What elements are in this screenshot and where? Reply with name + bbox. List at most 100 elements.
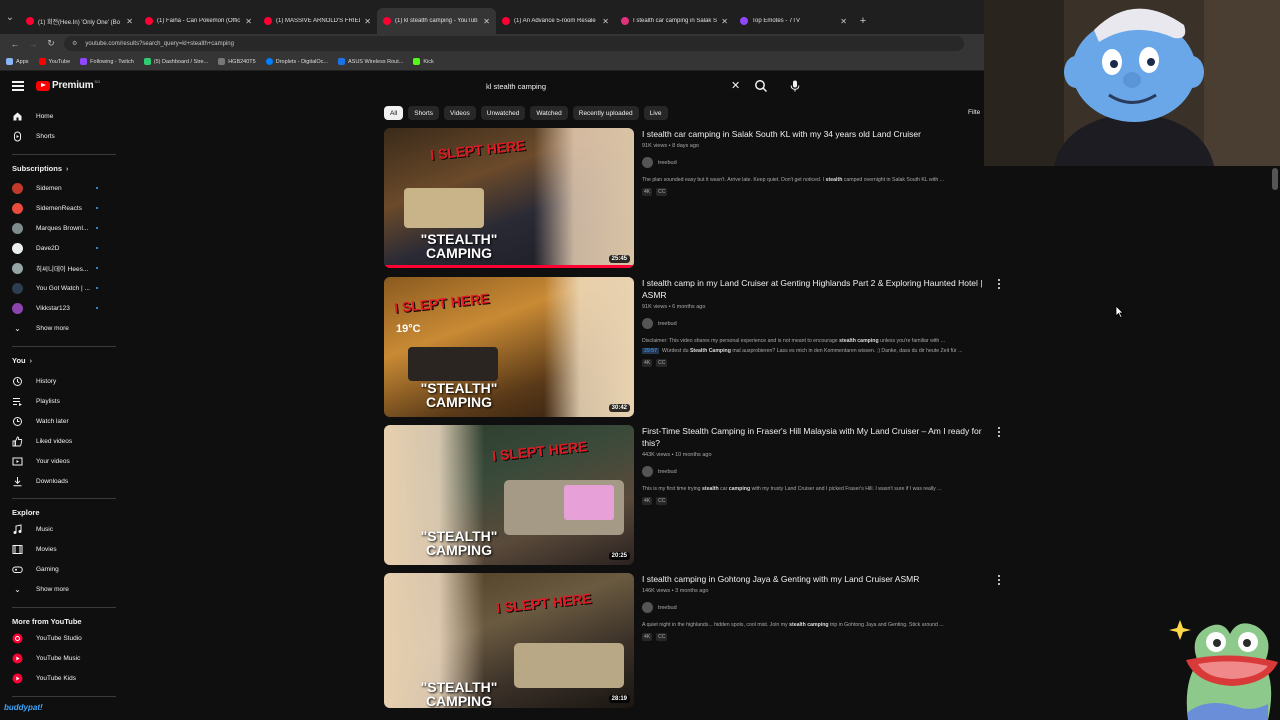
youtube-premium-logo[interactable]: Premium SG (36, 79, 100, 91)
more-actions-icon[interactable] (996, 575, 1002, 585)
hamburger-menu-icon[interactable] (12, 81, 24, 91)
you-heading[interactable]: You › (12, 356, 32, 365)
sidebar-item-youtube-music[interactable]: YouTube Music (0, 648, 116, 668)
video-result[interactable]: I SLEPT HERE "STEALTH" CAMPING 20:25 Fir… (384, 425, 1004, 565)
sidebar-item-label: Vikkstar123 (36, 304, 70, 312)
close-tab-icon[interactable]: ✕ (483, 17, 490, 26)
sidebar-explore-show-more[interactable]: ⌄ Show more (0, 579, 116, 599)
channel-name[interactable]: treebud (658, 605, 677, 611)
sidebar-item-your-videos[interactable]: Your videos (0, 451, 116, 471)
browser-tab[interactable]: Top Emotes - 7TV ✕ (734, 8, 853, 34)
sidebar-item-home[interactable]: Home (0, 106, 116, 126)
sidebar-item-gaming[interactable]: Gaming (0, 559, 116, 579)
forward-arrow-icon[interactable]: → (24, 39, 42, 49)
search-icon[interactable] (753, 79, 769, 93)
explore-heading: Explore (12, 508, 40, 517)
channel-name[interactable]: treebud (658, 469, 677, 475)
webcam-avatar-image (984, 0, 1280, 166)
chapter-timestamp[interactable]: 29:57 (642, 348, 659, 354)
browser-tab[interactable]: I stealth car camping in Salak S ✕ (615, 8, 734, 34)
close-tab-icon[interactable]: ✕ (840, 17, 847, 26)
sidebar-item-music[interactable]: Music (0, 519, 116, 539)
sidebar-item-youtube-studio[interactable]: YouTube Studio (0, 628, 116, 648)
bookmark-twitch[interactable]: Following - Twitch (80, 58, 134, 65)
browser-tab[interactable]: (1) 회전(Hee.In) 'Only One' (Bo ✕ (20, 8, 139, 34)
close-tab-icon[interactable]: ✕ (721, 17, 728, 26)
video-result[interactable]: I SLEPT HERE 19°C "STEALTH" CAMPING 30:4… (384, 277, 1004, 417)
site-info-icon[interactable]: ⚙ (72, 40, 77, 47)
bookmark-kick[interactable]: Kick (413, 58, 434, 65)
sidebar-item-movies[interactable]: Movies (0, 539, 116, 559)
sidebar-divider (12, 346, 116, 347)
page-scrollbar-thumb[interactable] (1272, 168, 1278, 190)
browser-tab[interactable]: (1) MASSIVE ARNOLD'S FRIED ✕ (258, 8, 377, 34)
close-tab-icon[interactable]: ✕ (245, 17, 252, 26)
browser-tab[interactable]: (1) Faiha - Cari Pokemon (Offic ✕ (139, 8, 258, 34)
chip-watched[interactable]: Watched (530, 106, 568, 120)
tab-search-chevron-icon[interactable]: ⌄ (0, 0, 20, 34)
sidebar-subscription[interactable]: Vikkstar123 (0, 298, 116, 318)
more-actions-icon[interactable] (996, 427, 1002, 437)
bookmark-youtube[interactable]: YouTube (38, 58, 70, 65)
sidebar-item-watch-later[interactable]: Watch later (0, 411, 116, 431)
bookmark-asus[interactable]: ASUS Wireless Rout... (337, 58, 403, 65)
video-result[interactable]: I SLEPT HERE "STEALTH" CAMPING 25:45 I s… (384, 128, 1004, 268)
bookmark-digitalocean[interactable]: Droplets - DigitalOc... (265, 58, 328, 65)
channel-row[interactable]: treebud (642, 318, 994, 329)
chip-live[interactable]: Live (643, 106, 668, 120)
back-arrow-icon[interactable]: ← (6, 39, 24, 49)
browser-tab[interactable]: (1) An Advance 5-room Resale ✕ (496, 8, 615, 34)
video-thumbnail[interactable]: I SLEPT HERE "STEALTH" CAMPING 25:45 (384, 128, 634, 268)
sidebar-item-shorts[interactable]: Shorts (0, 126, 116, 146)
channel-row[interactable]: treebud (642, 466, 994, 477)
video-thumbnail[interactable]: I SLEPT HERE 19°C "STEALTH" CAMPING 30:4… (384, 277, 634, 417)
reload-icon[interactable]: ↻ (42, 38, 60, 49)
sidebar-item-liked[interactable]: Liked videos (0, 431, 116, 451)
subscriptions-heading[interactable]: Subscriptions › (12, 164, 68, 173)
chip-unwatched[interactable]: Unwatched (480, 106, 526, 120)
sidebar-subscription[interactable]: You Got Watch | ... (0, 278, 116, 298)
sidebar-item-youtube-kids[interactable]: YouTube Kids (0, 668, 116, 688)
sidebar-item-label: Watch later (36, 417, 69, 425)
channel-name[interactable]: treebud (658, 160, 677, 166)
sidebar-item-downloads[interactable]: Downloads (0, 471, 116, 491)
search-input[interactable]: kl stealth camping (476, 77, 748, 96)
voice-search-mic-icon[interactable] (786, 77, 804, 95)
close-tab-icon[interactable]: ✕ (126, 17, 133, 26)
chip-shorts[interactable]: Shorts (408, 106, 440, 120)
video-info: I stealth camping in Gohtong Jaya & Gent… (642, 573, 994, 641)
video-thumbnail[interactable]: I SLEPT HERE "STEALTH" CAMPING 20:25 (384, 425, 634, 565)
sidebar-subscription[interactable]: 히씨니데이 Hees... (0, 258, 116, 278)
sidebar-item-history[interactable]: History (0, 371, 116, 391)
sidebar-subscription[interactable]: Marques Brownl... (0, 218, 116, 238)
video-title[interactable]: I stealth camping in Gohtong Jaya & Gent… (642, 573, 994, 585)
chapter-snippet[interactable]: 29:57 Würdest du Stealth Camping mal ausp… (642, 348, 988, 354)
browser-tab-active[interactable]: (1) kl stealth camping - YouTub ✕ (377, 8, 496, 34)
url-field[interactable]: ⚙ youtube.com/results?search_query=kl+st… (64, 36, 964, 51)
bookmark-dashboard[interactable]: (5) Dashboard / Stre... (143, 58, 208, 65)
sidebar-subscription[interactable]: Sidemen (0, 178, 116, 198)
sidebar-show-more[interactable]: ⌄ Show more (0, 318, 116, 338)
clear-search-icon[interactable]: ✕ (731, 79, 740, 92)
channel-row[interactable]: treebud (642, 602, 994, 613)
sidebar-subscription[interactable]: SidemenReacts (0, 198, 116, 218)
chip-recently-uploaded[interactable]: Recently uploaded (572, 106, 639, 120)
chip-videos[interactable]: Videos (444, 106, 476, 120)
video-title[interactable]: I stealth camp in my Land Cruiser at Gen… (642, 277, 994, 301)
sidebar-subscription[interactable]: Dave2D (0, 238, 116, 258)
video-title[interactable]: First-Time Stealth Camping in Fraser's H… (642, 425, 994, 449)
chip-all[interactable]: All (384, 106, 404, 120)
channel-name[interactable]: treebud (658, 321, 677, 327)
video-result[interactable]: I SLEPT HERE "STEALTH" CAMPING 28:19 I s… (384, 573, 1004, 708)
video-title[interactable]: I stealth car camping in Salak South KL … (642, 128, 994, 140)
more-actions-icon[interactable] (996, 279, 1002, 289)
sidebar-item-playlists[interactable]: Playlists (0, 391, 116, 411)
new-tab-plus-icon[interactable]: + (853, 8, 873, 34)
filters-button[interactable]: Filte (968, 109, 980, 116)
close-tab-icon[interactable]: ✕ (364, 17, 371, 26)
video-thumbnail[interactable]: I SLEPT HERE "STEALTH" CAMPING 28:19 (384, 573, 634, 708)
bookmark-apps[interactable]: Apps (6, 58, 29, 65)
bookmark-router[interactable]: HGB240T5 (218, 58, 256, 65)
channel-row[interactable]: treebud (642, 157, 994, 168)
close-tab-icon[interactable]: ✕ (602, 17, 609, 26)
